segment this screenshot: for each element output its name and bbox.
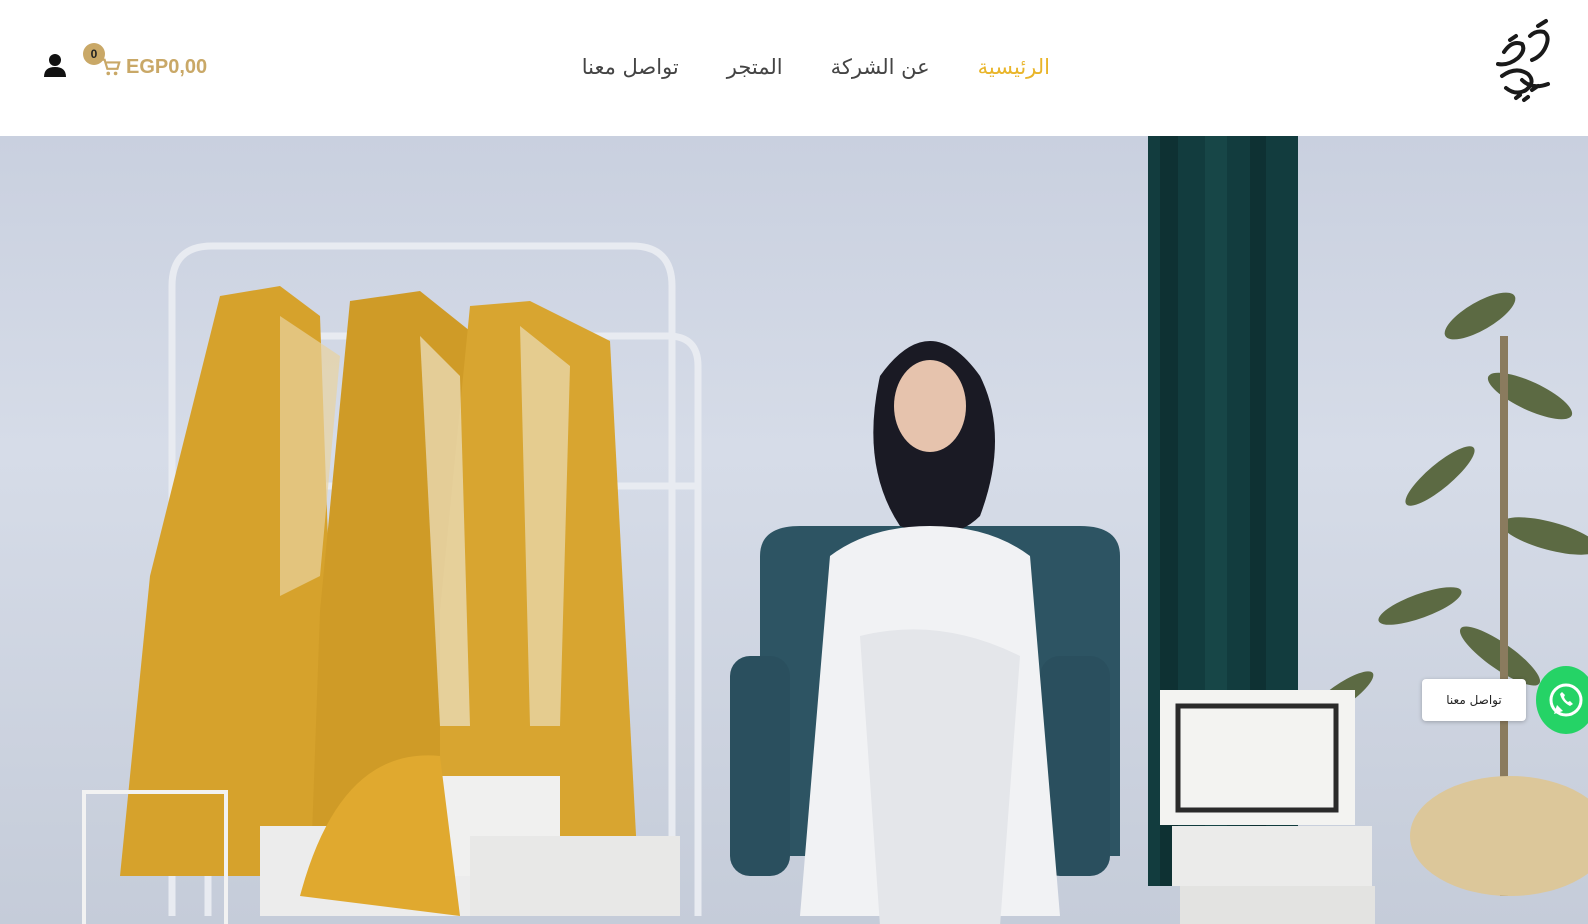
main-nav: الرئيسية عن الشركة المتجر تواصل معنا <box>560 50 1050 84</box>
site-header: الرئيسية عن الشركة المتجر تواصل معنا 0 E… <box>0 0 1588 136</box>
whatsapp-button[interactable] <box>1536 666 1588 734</box>
nav-shop[interactable]: المتجر <box>727 55 783 79</box>
account-button[interactable] <box>42 52 68 78</box>
nav-about[interactable]: عن الشركة <box>831 55 930 79</box>
user-icon <box>44 54 66 77</box>
hero-video[interactable] <box>0 136 1588 924</box>
whatsapp-icon <box>1549 683 1583 717</box>
cart-count-badge: 0 <box>83 43 105 65</box>
hero-video-frame <box>82 136 1588 924</box>
whatsapp-label[interactable]: تواصل معنا <box>1422 679 1526 721</box>
nav-contact[interactable]: تواصل معنا <box>582 55 679 79</box>
site-logo[interactable] <box>1492 18 1558 108</box>
cart-button[interactable]: 0 EGP0,00 <box>83 43 208 82</box>
cart-total: EGP0,00 <box>126 55 208 78</box>
brand-calligraphy-logo <box>1496 19 1550 102</box>
nav-home[interactable]: الرئيسية <box>978 55 1050 79</box>
